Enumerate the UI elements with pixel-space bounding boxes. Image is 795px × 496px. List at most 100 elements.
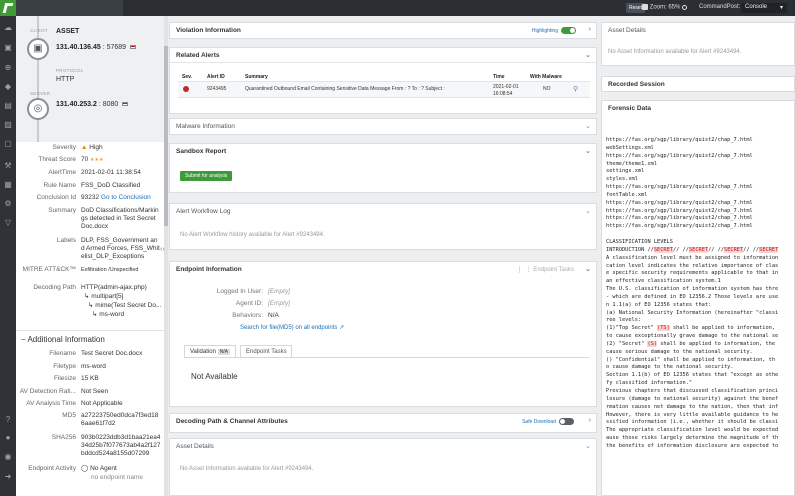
asset-details-bottom-header[interactable]: Asset Details ⌄ [170,439,596,454]
client-label: CLIENT [30,28,48,33]
safe-download-toggle[interactable] [559,418,574,425]
sandbox-title: Sandbox Report [176,148,227,155]
filetype-label: Filetype [53,363,76,370]
endpoint-name-value: no endpoint name [91,474,144,481]
zoom-out-icon[interactable] [682,4,688,10]
endpoint-tasks-button[interactable]: ⋮ Endpoint Tasks [518,266,574,273]
us-flag-icon [122,102,129,107]
conclusion-id-text: 93232 [81,194,100,201]
zoom-in-icon[interactable] [642,4,648,10]
forensic-line: The U.S. classification of information s… [606,286,779,293]
forensic-line: theme/theme1.xml [606,160,658,167]
forensic-line: losure (damage to national security) aga… [606,395,779,402]
scrollbar-thumb[interactable] [164,46,168,226]
filter-icon[interactable]: ▽ [4,219,12,227]
zoom-control[interactable]: Zoom: 65% [642,4,688,11]
logout-icon[interactable]: ➜ [4,473,12,481]
server-address[interactable]: 131.40.253.2 : 8080 [56,101,129,108]
table-row[interactable]: 9243495 Quarantined Outbound Email Conta… [178,81,590,98]
forensic-line: However, there is very little available … [606,411,779,418]
summary-value: DoD Classifications/Markings detected in… [81,207,159,230]
chevron-down-icon[interactable]: ⌄ [585,265,591,273]
col-time: Time [493,74,505,80]
decoding-path-node: ↳ mime(Test Secret Do... [88,302,164,310]
connection-summary: CLIENT ASSET ▣ 131.40.136.45 : 57689 PRO… [16,16,164,142]
forensic-line: fy classified information." [606,380,693,387]
md5-value: a27223750ed0dca7f3ed186aae61f7d2 [81,412,159,427]
submit-for-analysis-button[interactable]: Submit for analysis [180,171,233,181]
decoding-path-label: Decoding Path [33,284,76,291]
client-address[interactable]: 131.40.136.45 : 57689 [56,44,137,51]
forensic-line: (2) "Secret" (S) shall be applied to inf… [606,340,776,347]
chevron-right-icon[interactable]: › [589,417,591,424]
malware-header[interactable]: Malware Information ⌄ [170,119,596,134]
clipboard-icon[interactable]: ▨ [4,121,12,129]
app-logo[interactable] [0,0,16,16]
alert-detail-sidebar: CLIENT ASSET ▣ 131.40.136.45 : 57689 PRO… [16,16,164,496]
col-alert-id: Alert ID [207,74,225,80]
chevron-down-icon[interactable]: ⌄ [585,442,591,450]
av-detection-value: Not Seen [81,388,109,395]
forensic-line: ssified information (i.e., whether it sh… [606,419,779,426]
workflow-header[interactable]: Alert Workflow Log ⌄ [170,204,596,219]
forensic-data-header[interactable]: Forensic Data [602,101,794,116]
forensic-line: ree levels: [606,317,642,324]
col-summary: Summary [245,74,268,80]
forensic-data-content: https://fas.org/sgp/library/quist2/chap_… [606,137,795,496]
asset-details-bottom-empty: No Asset Information available for Alert… [180,466,314,472]
tree-branch-icon: ↳ [92,311,98,318]
divider [16,330,164,331]
recorded-session-panel: Recorded Session [601,76,795,92]
col-sev: Sev. [182,74,192,80]
filename-label: Filename [49,350,76,357]
shield-icon[interactable]: ◆ [4,83,12,91]
asset-details-bottom-panel: Asset Details ⌄ No Asset Information ava… [169,438,597,496]
cloud-icon[interactable]: ☁ [4,24,12,32]
related-alerts-header[interactable]: Related Alerts ⌄ [170,48,596,63]
alert-time-value: 2021-02-01 11:38:54 [81,169,141,176]
monitor-icon[interactable]: ▣ [4,44,12,52]
connection-line [37,16,39,142]
classification-marking: SECRET [759,246,779,253]
go-to-conclusion-link[interactable]: Go to Conclusion [101,194,151,201]
endpoint-header[interactable]: Endpoint Information ⋮ Endpoint Tasks ⌄ [170,262,596,277]
dashboard-icon[interactable]: ▦ [4,181,12,189]
user-alert-icon[interactable]: ● [4,434,12,442]
us-flag-icon [130,45,137,50]
users-icon[interactable]: ◉ [4,453,12,461]
asset-details-right-header[interactable]: Asset Details [602,23,794,38]
filesize-value: 15 KB [81,375,99,382]
violation-header[interactable]: Violation Information Highlighting › [170,23,596,38]
help-icon[interactable]: ? [4,416,12,424]
chevron-right-icon[interactable]: › [589,26,591,33]
row-summary: Quarantined Outbound Email Containing Se… [245,86,445,92]
collapse-sidebar-icon[interactable]: ‹› [160,246,165,253]
recorded-session-header[interactable]: Recorded Session [602,77,794,92]
sandbox-header[interactable]: Sandbox Report ⌄ [170,144,596,159]
document-icon[interactable]: ▤ [4,102,12,110]
forensic-line: fontTable.xml [606,191,648,198]
forensic-line: https://fas.org/sgp/library/quist2/chap_… [606,137,753,143]
wrench-icon[interactable]: ⚒ [4,162,12,170]
sidebar-scrollbar[interactable] [164,16,168,496]
gear-icon[interactable]: ⚙ [4,200,12,208]
crosshair-icon[interactable]: ⊕ [4,64,12,72]
agent-id-label-text: Agent ID [235,300,262,307]
asset-heading: ASSET [56,28,80,35]
chevron-down-icon[interactable]: ⌄ [585,122,591,130]
star-rating-icon: ★★★ [90,157,104,163]
desktop-icon[interactable]: ▢ [4,140,12,148]
chevron-down-icon[interactable]: ⌄ [585,51,591,59]
chevron-down-icon[interactable]: ⌄ [585,207,591,215]
console-select[interactable]: Console ▾ [741,3,787,13]
decoding-attributes-header[interactable]: Decoding Path & Channel Attributes Safe … [170,414,596,429]
workflow-title: Alert Workflow Log [176,208,231,215]
search-file-endpoints-link[interactable]: Search for file(MD5) on all endpoints ↗ [240,324,344,331]
related-alerts-panel: Related Alerts ⌄ Sev. Alert ID Summary T… [169,47,597,114]
highlighting-toggle[interactable] [561,27,576,34]
search-icon[interactable]: ⚲ [573,85,578,93]
additional-info-section[interactable]: − Additional Information [21,335,105,344]
forensic-line: https://fas.org/sgp/library/quist2/chap_… [606,207,753,214]
violation-title: Violation Information [176,27,241,34]
chevron-down-icon[interactable]: ⌄ [585,147,591,155]
